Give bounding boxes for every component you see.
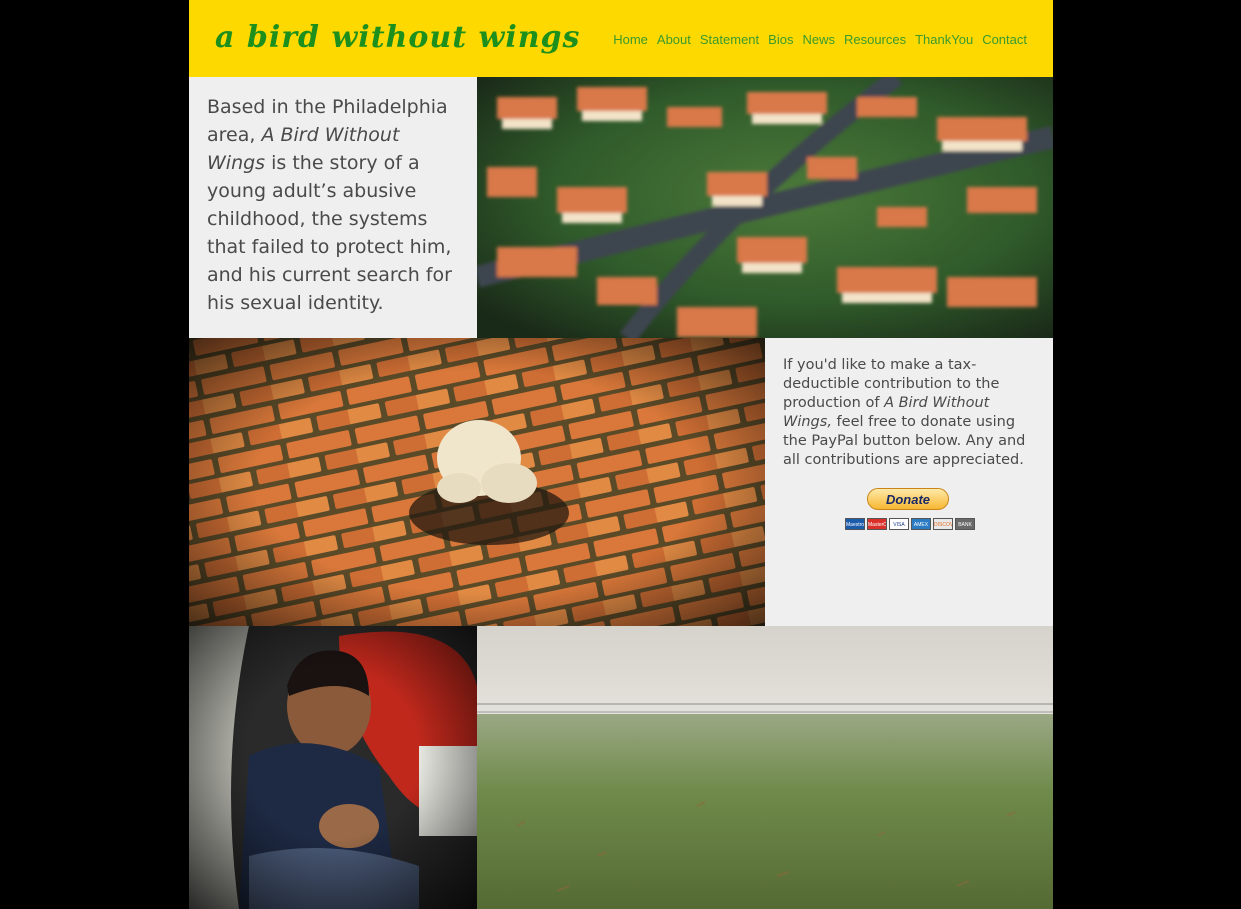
nav-about[interactable]: About (657, 32, 691, 47)
mastercard-icon: MasterCard (867, 518, 887, 530)
nav-statement[interactable]: Statement (700, 32, 759, 47)
main-nav: Home About Statement Bios News Resources… (613, 32, 1027, 47)
donate-text: If you'd like to make a tax-deductible c… (783, 356, 1039, 470)
nav-resources[interactable]: Resources (844, 32, 906, 47)
bank-icon: BANK (955, 518, 975, 530)
site-header: a bird without wings Home About Statemen… (189, 0, 1053, 77)
intro-panel: Based in the Philadelphia area, A Bird W… (189, 77, 477, 338)
amex-card-icon: AMEX (911, 518, 931, 530)
intro-text: Based in the Philadelphia area, A Bird W… (207, 93, 463, 317)
nav-contact[interactable]: Contact (982, 32, 1027, 47)
foggy-field-photo (477, 626, 1053, 909)
sleeping-boy-photo (189, 626, 477, 909)
page: a bird without wings Home About Statemen… (189, 0, 1053, 909)
paypal-donate-button[interactable]: Donate (867, 488, 949, 510)
nav-home[interactable]: Home (613, 32, 648, 47)
nav-thankyou[interactable]: ThankYou (915, 32, 973, 47)
discover-card-icon: DISCOVER (933, 518, 953, 530)
donate-panel: If you'd like to make a tax-deductible c… (765, 338, 1053, 626)
intro-text-end: is the story of a young adult’s abusive … (207, 152, 452, 314)
maestro-card-icon: Maestro (845, 518, 865, 530)
site-logo[interactable]: a bird without wings (215, 20, 580, 55)
brick-path-teddy-bear-photo (189, 338, 765, 626)
payment-cards: Maestro MasterCard VISA AMEX DISCOVER BA… (845, 518, 975, 530)
visa-card-icon: VISA (889, 518, 909, 530)
aerial-neighborhood-photo (477, 77, 1053, 338)
nav-bios[interactable]: Bios (768, 32, 793, 47)
nav-news[interactable]: News (802, 32, 835, 47)
